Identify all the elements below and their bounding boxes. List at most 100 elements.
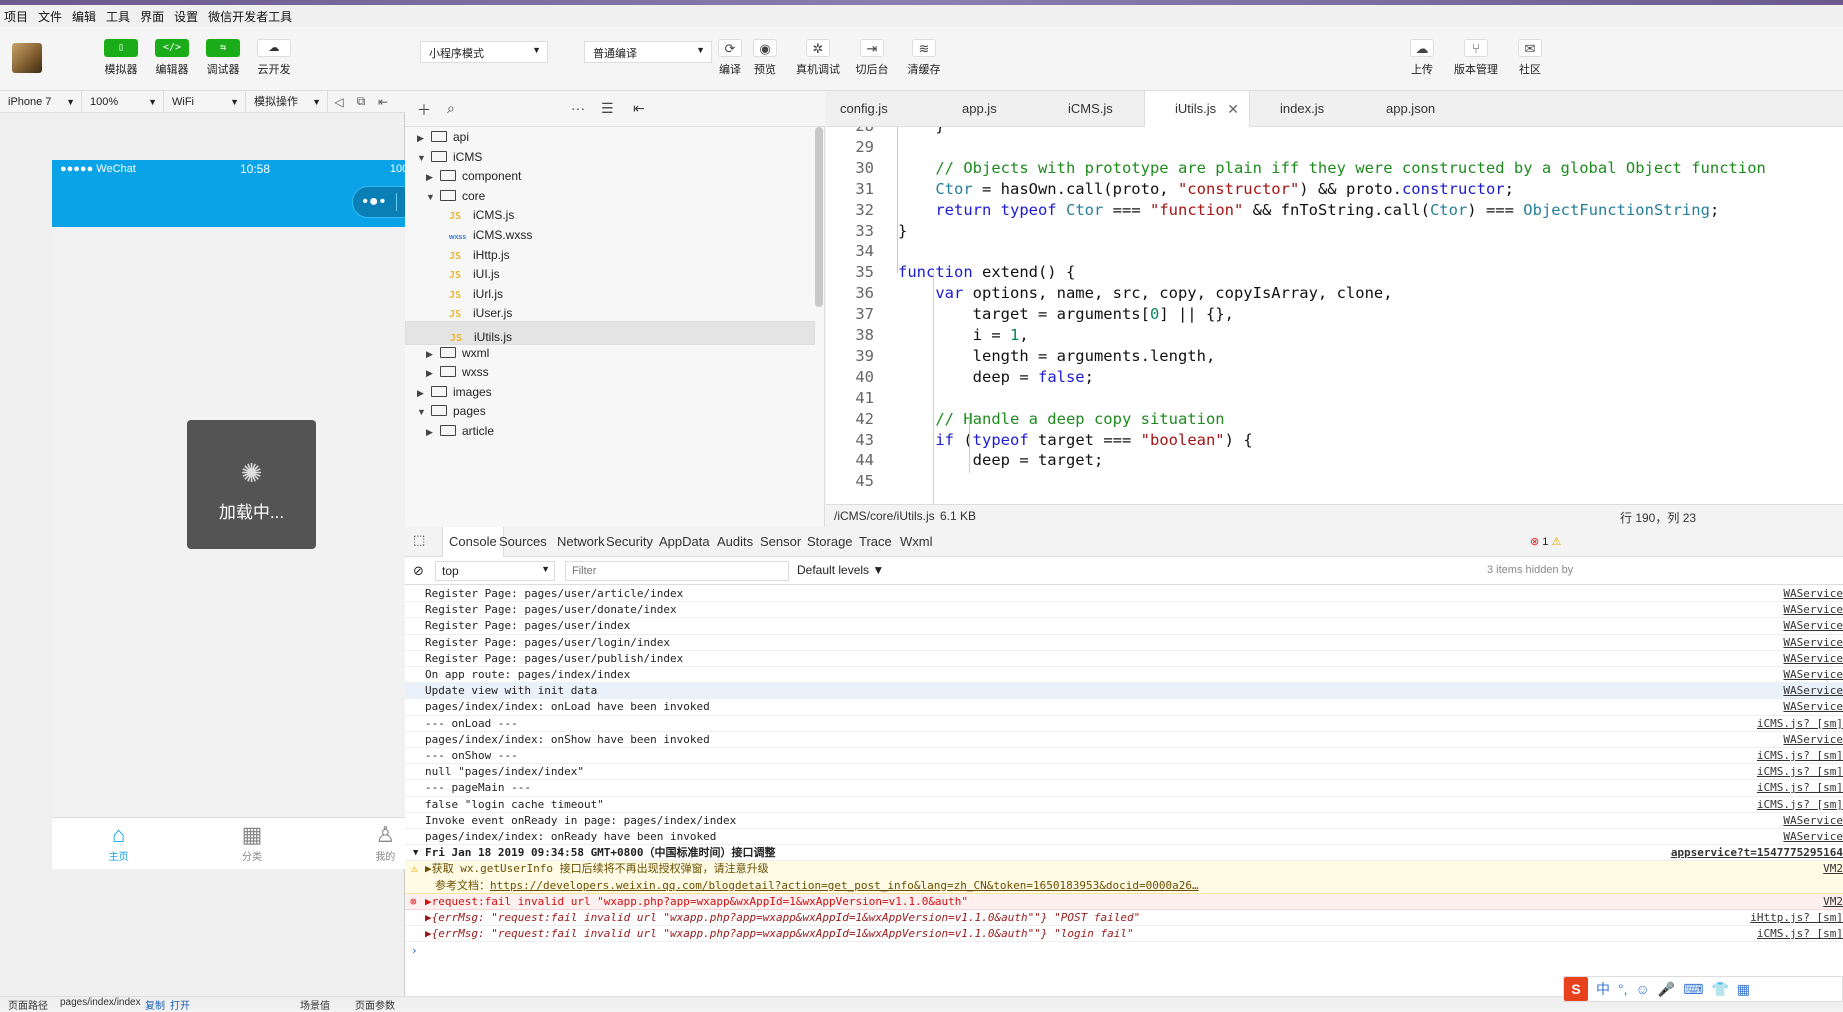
console-line[interactable]: --- pageMain --- iCMS.js? [sm]	[405, 780, 1843, 797]
code-line[interactable]: deep = target;	[898, 451, 1104, 469]
console-line[interactable]: pages/index/index: onShow have been invo…	[405, 732, 1843, 748]
file-tree-scrollbar[interactable]	[815, 127, 823, 307]
console-line[interactable]: null "pages/index/index" iCMS.js? [sm]	[405, 764, 1843, 781]
editor-tab[interactable]: app.json	[1356, 91, 1462, 127]
skin-icon[interactable]: 👕	[1711, 981, 1728, 998]
devtools-tab[interactable]: Audits	[717, 534, 753, 549]
console-source-link[interactable]: iCMS.js? [sm]	[1757, 780, 1843, 796]
console-object-line[interactable]: ▶{errMsg: "request:fail invalid url "wxa…	[405, 926, 1843, 943]
remote-debug-button[interactable]: ✲ 真机调试	[794, 39, 842, 77]
console-error[interactable]: ▶request:fail invalid url "wxapp.php?app…	[405, 893, 1843, 910]
code-line[interactable]: deep = false;	[898, 368, 1094, 386]
community-button[interactable]: ✉ 社区	[1506, 39, 1554, 77]
console-source-link[interactable]: WAService	[1783, 618, 1843, 634]
editor-button[interactable]: </> 编辑器	[149, 39, 195, 77]
console-source-link[interactable]: WAService	[1783, 699, 1843, 715]
console-line[interactable]: Update view with init data WAService	[405, 683, 1843, 700]
scene-label[interactable]: 场景值	[300, 997, 330, 1012]
code-line[interactable]: i = 1,	[898, 326, 1029, 344]
console-warning[interactable]: ⚠ ▶获取 wx.getUserInfo 接口后续将不再出现授权弹窗，请注意升级参…	[405, 861, 1843, 894]
console-group-header[interactable]: Fri Jan 18 2019 09:34:58 GMT+0800（中国标准时间…	[405, 845, 1843, 862]
code-line[interactable]: var options, name, src, copy, copyIsArra…	[898, 284, 1392, 302]
more-icon[interactable]: •●•	[353, 193, 396, 211]
devtools-tab[interactable]: AppData	[659, 534, 710, 549]
console-source-link[interactable]: VM2	[1823, 894, 1843, 910]
console-line[interactable]: Register Page: pages/user/publish/index W…	[405, 651, 1843, 667]
editor-tab[interactable]: index.js	[1250, 91, 1356, 127]
debugger-button[interactable]: ⇆ 调试器	[200, 39, 246, 77]
console-line[interactable]: On app route: pages/index/index WAService	[405, 667, 1843, 684]
console-line[interactable]: Register Page: pages/user/login/index WAS…	[405, 635, 1843, 651]
editor-tab[interactable]: app.js	[932, 91, 1038, 127]
console-source-link[interactable]: WAService	[1783, 651, 1843, 667]
console-source-link[interactable]: iCMS.js? [sm]	[1757, 748, 1843, 764]
operation-select[interactable]: 模拟操作 ▼	[246, 90, 328, 113]
devtools-tab[interactable]: Network	[557, 534, 605, 549]
log-levels-select[interactable]: Default levels ▼	[797, 563, 884, 577]
menu-project[interactable]: 项目	[4, 8, 28, 25]
menu-interface[interactable]: 界面	[140, 8, 164, 25]
menu-settings[interactable]: 设置	[174, 8, 198, 25]
context-select[interactable]: top ▼	[435, 561, 555, 581]
tab-category[interactable]: ▦ 分类	[185, 818, 318, 869]
toolbox-icon[interactable]: ▦	[1737, 981, 1750, 998]
console-prompt-icon[interactable]: ›	[411, 944, 418, 957]
simulator-button[interactable]: ▯ 模拟器	[98, 39, 144, 77]
network-select[interactable]: WiFi ▼	[164, 90, 246, 113]
version-button[interactable]: ⑂ 版本管理	[1452, 39, 1500, 77]
more-icon[interactable]: ···	[571, 100, 585, 116]
devtools-tab[interactable]: Sensor	[760, 534, 801, 549]
code-line[interactable]: return typeof Ctor === "function" && fnT…	[898, 201, 1719, 219]
cloud-dev-button[interactable]: ☁ 云开发	[251, 39, 297, 77]
clear-console-icon[interactable]: ⊘	[413, 563, 424, 579]
console-line[interactable]: Register Page: pages/user/donate/index WA…	[405, 602, 1843, 619]
close-icon[interactable]: ✕	[1227, 91, 1239, 127]
code-line[interactable]: length = arguments.length,	[898, 347, 1216, 365]
compile-select[interactable]: 普通编译 ▼	[584, 41, 712, 63]
punctuation-icon[interactable]: °,	[1618, 981, 1628, 997]
console-source-link[interactable]: WAService	[1783, 635, 1843, 651]
tree-item[interactable]: ▶ article	[405, 419, 815, 443]
console-line[interactable]: pages/index/index: onLoad have been invo…	[405, 699, 1843, 716]
devtools-tab[interactable]: Security	[606, 534, 653, 549]
code-line[interactable]: // Handle a deep copy situation	[898, 410, 1224, 428]
clear-cache-button[interactable]: ≋ 清缓存	[900, 39, 948, 77]
code-editor[interactable]: 28 } 29 30 // Objects with prototype are p…	[826, 127, 1843, 504]
console-line[interactable]: Register Page: pages/user/article/index W…	[405, 586, 1843, 603]
page-params-label[interactable]: 页面参数	[355, 997, 395, 1012]
emoji-icon[interactable]: ☺	[1636, 981, 1650, 997]
console-source-link[interactable]: iHttp.js? [sm]	[1750, 910, 1843, 926]
console-source-link[interactable]: WAService	[1783, 667, 1843, 683]
error-counter[interactable]: ⊗ 1 ⚠	[1530, 527, 1561, 557]
console-source-link[interactable]: iCMS.js? [sm]	[1757, 716, 1843, 732]
console-line[interactable]: Register Page: pages/user/index WAService	[405, 618, 1843, 635]
console-source-link[interactable]: VM2	[1823, 861, 1843, 877]
console-line[interactable]: Invoke event onReady in page: pages/inde…	[405, 813, 1843, 829]
ime-language[interactable]: 中	[1596, 979, 1610, 999]
code-line[interactable]: if (typeof target === "boolean") {	[898, 431, 1252, 449]
menu-edit[interactable]: 编辑	[72, 8, 96, 25]
avatar[interactable]	[12, 43, 42, 73]
preview-button[interactable]: ◉ 预览	[741, 39, 789, 77]
microphone-icon[interactable]: 🎤	[1658, 981, 1675, 998]
cursor-position[interactable]: 行 190，列 23	[1620, 509, 1696, 526]
console-source-link[interactable]: WAService	[1783, 602, 1843, 618]
search-icon[interactable]: ⌕	[447, 100, 455, 117]
menu-wechat-devtools[interactable]: 微信开发者工具	[208, 8, 292, 25]
console-line[interactable]: --- onLoad --- iCMS.js? [sm]	[405, 716, 1843, 732]
code-line[interactable]: function extend() {	[898, 263, 1075, 281]
code-line[interactable]: target = arguments[0] || {},	[898, 305, 1234, 323]
devtools-tab[interactable]: Console	[442, 527, 504, 557]
console-line[interactable]: --- onShow --- iCMS.js? [sm]	[405, 748, 1843, 765]
console-source-link[interactable]: iCMS.js? [sm]	[1757, 926, 1843, 942]
collapse-icon[interactable]: ⇤	[633, 100, 645, 117]
console-line[interactable]: false "login cache timeout" iCMS.js? [sm]	[405, 797, 1843, 813]
console-source-link[interactable]: WAService	[1783, 813, 1843, 829]
editor-tab[interactable]: config.js	[826, 91, 932, 127]
console-source-link[interactable]: WAService	[1783, 732, 1843, 748]
console-line[interactable]: pages/index/index: onReady have been inv…	[405, 829, 1843, 846]
zoom-select[interactable]: 100% ▼	[82, 90, 164, 113]
devtools-tab[interactable]: Storage	[807, 534, 853, 549]
console-source-link[interactable]: WAService	[1783, 829, 1843, 845]
console-filter-input[interactable]	[565, 561, 789, 581]
